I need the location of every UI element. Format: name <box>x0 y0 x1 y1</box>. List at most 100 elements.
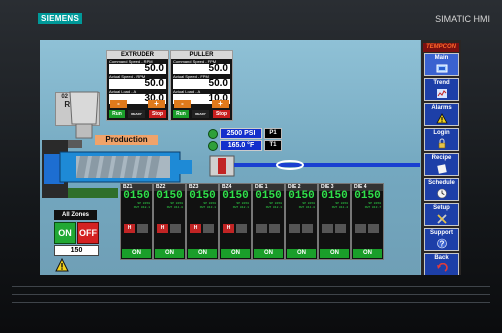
nav-login-button[interactable]: Login <box>424 128 459 151</box>
zone-trend-button[interactable] <box>137 224 148 233</box>
zone-trend-button[interactable] <box>203 224 214 233</box>
pressure-sensor-icon <box>208 129 218 139</box>
zone-value: 0150 <box>255 190 282 202</box>
zone-output: OUT 011.0 <box>166 206 183 209</box>
zone-trend-button[interactable] <box>269 224 280 233</box>
all-zones-on-button[interactable]: ON <box>54 222 76 244</box>
nav-label: Recipe <box>431 155 452 161</box>
zone-controls: H <box>223 224 247 233</box>
zone-on-button[interactable]: ON <box>155 249 184 258</box>
zone-on-button[interactable]: ON <box>221 249 250 258</box>
heat-icon[interactable] <box>289 224 300 233</box>
nav-trend-button[interactable]: Trend <box>424 78 459 101</box>
zone-die-3[interactable]: DIE 3 0150 SP 0150 OUT 011.4 ON <box>318 183 351 260</box>
question-icon: ? <box>437 238 447 249</box>
nav-support-button[interactable]: Support ? <box>424 228 459 251</box>
puller-command-value[interactable]: 50.0 <box>173 64 230 74</box>
zone-trend-button[interactable] <box>368 224 379 233</box>
zone-controls: H <box>157 224 181 233</box>
zone-on-button[interactable]: ON <box>353 249 382 258</box>
zone-trend-button[interactable] <box>236 224 247 233</box>
main-icon <box>436 64 448 73</box>
zone-trend-button[interactable] <box>302 224 313 233</box>
heat-icon[interactable]: H <box>190 224 201 233</box>
all-zones-setpoint[interactable]: 150 <box>54 245 99 256</box>
extruder-title: EXTRUDER <box>107 51 168 59</box>
zone-bz1[interactable]: BZ1 0150 SP 0150 OUT 018.1 H ON <box>120 183 153 260</box>
bezel-line <box>12 302 490 303</box>
nav-schedule-button[interactable]: Schedule <box>424 178 459 201</box>
bezel-bottom-strip <box>0 280 502 333</box>
heat-icon[interactable]: H <box>157 224 168 233</box>
nav-label: Alarms <box>431 105 452 111</box>
pressure-tag: P1 <box>264 128 282 139</box>
zone-bz2[interactable]: BZ2 0150 SP 0150 OUT 011.0 H ON <box>153 183 186 260</box>
pressure-readout: 2500 PSI <box>220 128 262 139</box>
zone-bz3[interactable]: BZ3 0150 SP 0150 OUT 013.1 H ON <box>186 183 219 260</box>
nav-label: Schedule <box>428 180 455 186</box>
heat-icon[interactable]: H <box>124 224 135 233</box>
tools-icon <box>437 214 447 224</box>
trend-icon <box>437 89 447 98</box>
heat-icon[interactable] <box>322 224 333 233</box>
clock-icon <box>437 188 447 199</box>
zone-value: 0150 <box>354 190 381 202</box>
zone-on-button[interactable]: ON <box>287 249 316 258</box>
zone-controls <box>322 224 346 233</box>
device-model: SIMATIC HMI <box>435 14 490 24</box>
production-label: Production <box>95 135 158 145</box>
zone-output: OUT 013.1 <box>199 206 216 209</box>
nav-label: Setup <box>433 205 450 211</box>
hmi-screen: EXTRUDER Command Speed - RPM 50.0 Actual… <box>40 40 461 275</box>
zone-output: OUT 012.1 <box>232 206 249 209</box>
temperature-readout: 165.0 °F <box>220 140 262 151</box>
zone-on-button[interactable]: ON <box>188 249 217 258</box>
all-zones-off-button[interactable]: OFF <box>77 222 99 244</box>
zone-trend-button[interactable] <box>170 224 181 233</box>
zone-controls <box>355 224 379 233</box>
puller-title: PULLER <box>171 51 232 59</box>
zone-value: 0150 <box>222 190 249 202</box>
zone-controls <box>256 224 280 233</box>
zone-controls: H <box>124 224 148 233</box>
zone-die-4[interactable]: DIE 4 0150 SP 0150 OUT 013.7 ON <box>351 183 384 260</box>
extruder-command-value[interactable]: 50.0 <box>109 64 166 74</box>
bezel-line <box>12 294 490 295</box>
zone-on-button[interactable]: ON <box>254 249 283 258</box>
zone-controls: H <box>190 224 214 233</box>
zone-on-button[interactable]: ON <box>122 249 151 258</box>
temperature-sensor-icon <box>208 141 218 151</box>
recipe-icon <box>437 164 447 174</box>
nav-setup-button[interactable]: Setup <box>424 203 459 226</box>
zone-output: OUT 011.4 <box>331 206 348 209</box>
nav-back-button[interactable]: Back <box>424 253 459 275</box>
tempcon-logo: TEMPCON <box>423 43 459 52</box>
heat-icon[interactable] <box>355 224 366 233</box>
zone-output: OUT 012.1 <box>265 206 282 209</box>
zone-bz4[interactable]: BZ4 0150 SP 0150 OUT 012.1 H ON <box>219 183 252 260</box>
back-icon <box>437 263 448 272</box>
heat-icon[interactable] <box>256 224 267 233</box>
warning-icon[interactable] <box>55 258 69 272</box>
nav-alarms-button[interactable]: Alarms <box>424 103 459 126</box>
nav-label: Main <box>434 55 449 61</box>
nav-main-button[interactable]: Main <box>424 53 459 76</box>
login-icon <box>438 138 446 149</box>
nav-recipe-button[interactable]: Recipe <box>424 153 459 176</box>
bezel-line <box>12 286 490 287</box>
zone-die-2[interactable]: DIE 2 0150 SP 0150 OUT 011.0 ON <box>285 183 318 260</box>
zone-on-button[interactable]: ON <box>320 249 349 258</box>
zone-output: OUT 013.7 <box>364 206 381 209</box>
nav-label: Login <box>433 130 450 136</box>
zone-die-1[interactable]: DIE 1 0150 SP 0150 OUT 012.1 ON <box>252 183 285 260</box>
zone-value: 0150 <box>189 190 216 202</box>
zone-trend-button[interactable] <box>335 224 346 233</box>
zone-value: 0150 <box>123 190 150 202</box>
nav-label: Support <box>430 230 453 236</box>
brand-logo: SIEMENS <box>38 13 83 24</box>
nav-label: Trend <box>433 80 450 86</box>
heat-icon[interactable]: H <box>223 224 234 233</box>
alarm-icon <box>436 113 448 124</box>
zone-value: 0150 <box>288 190 315 202</box>
svg-text:?: ? <box>440 240 445 249</box>
